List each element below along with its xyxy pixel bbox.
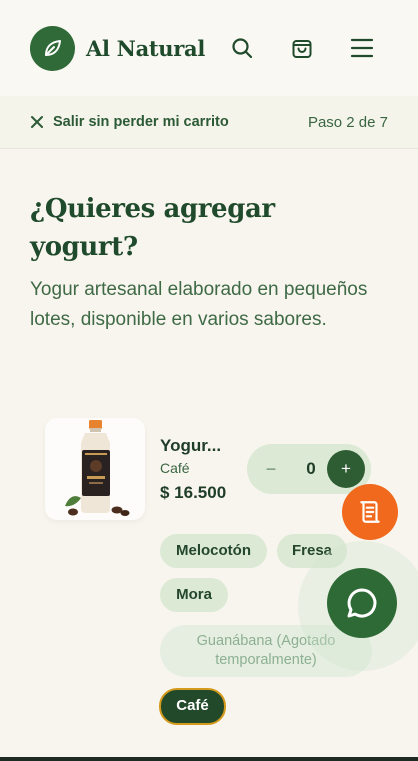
chat-bubble-icon: [347, 588, 377, 618]
cart-icon[interactable]: [290, 36, 314, 60]
yogurt-bottle-image: [65, 420, 130, 516]
bottom-edge: [0, 757, 418, 761]
decrease-button[interactable]: −: [259, 457, 283, 481]
exit-label: Salir sin perder mi carrito: [53, 114, 229, 130]
flavor-chip-cafe-selected[interactable]: Café: [159, 688, 226, 725]
chat-button[interactable]: [327, 568, 397, 638]
product-flavor: Café: [160, 460, 190, 476]
product-image[interactable]: [45, 418, 145, 520]
brand-name[interactable]: Al Natural: [86, 36, 205, 61]
product-price: $ 16.500: [160, 483, 227, 502]
logo[interactable]: [30, 25, 75, 71]
product-name[interactable]: Yogur...: [160, 436, 221, 456]
quantity-stepper: − 0 +: [247, 444, 371, 494]
close-icon: [31, 116, 43, 128]
main-content: ¿Quieres agregar yogurt? Yogur artesanal…: [30, 190, 390, 335]
step-indicator: Paso 2 de 7: [307, 113, 388, 131]
order-list-button[interactable]: [342, 484, 398, 540]
increase-button[interactable]: +: [327, 450, 365, 488]
quantity-value: 0: [306, 459, 316, 478]
exit-link[interactable]: Salir sin perder mi carrito: [30, 114, 229, 130]
page-title: ¿Quieres agregar yogurt?: [30, 194, 275, 262]
header: Al Natural: [0, 0, 418, 96]
flavor-chip-melocoton[interactable]: Melocotón: [160, 534, 267, 568]
receipt-icon: [360, 501, 380, 523]
search-icon[interactable]: [230, 36, 254, 60]
flavor-chip-mora[interactable]: Mora: [160, 578, 228, 612]
leaf-icon: [44, 40, 61, 56]
checkout-progress-bar: Salir sin perder mi carrito Paso 2 de 7: [0, 96, 418, 149]
menu-icon[interactable]: [350, 36, 374, 60]
page-subtitle: Yogur artesanal elaborado en pequeños lo…: [30, 279, 368, 330]
